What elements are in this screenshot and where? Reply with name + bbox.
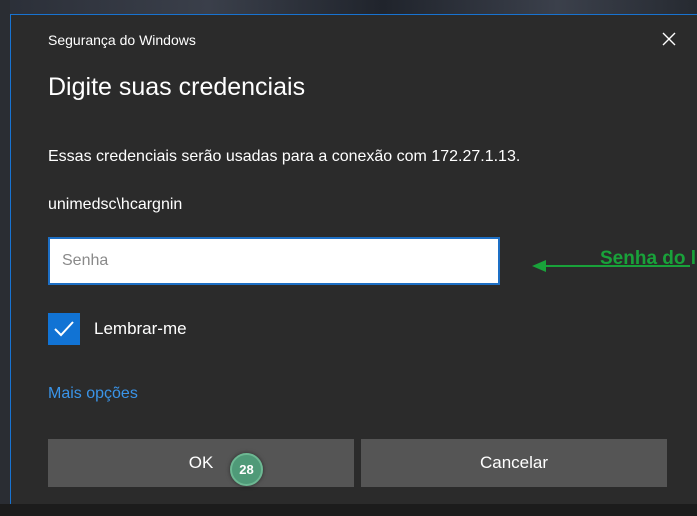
background-bottom-edge	[0, 504, 697, 516]
background-left-edge	[0, 0, 10, 516]
checkmark-icon	[54, 321, 74, 337]
step-number-badge: 28	[230, 453, 263, 486]
ok-button-label: OK	[188, 453, 214, 472]
cancel-button-label: Cancelar	[479, 453, 549, 472]
cancel-button[interactable]: Cancelar	[361, 439, 667, 487]
close-icon	[662, 32, 676, 46]
remember-me-option[interactable]: Lembrar-me	[48, 313, 187, 345]
close-button[interactable]	[651, 23, 687, 55]
annotation-arrow-icon	[532, 260, 690, 272]
connection-description: Essas credenciais serão usadas para a co…	[48, 148, 521, 165]
password-input[interactable]	[48, 237, 500, 285]
username-label: unimedsc\hcargnin	[48, 196, 183, 213]
dialog-heading: Digite suas credenciais	[48, 73, 306, 101]
background-window-strip	[0, 0, 697, 14]
dialog-title: Segurança do Windows	[48, 32, 196, 48]
remember-me-label: Lembrar-me	[94, 319, 187, 338]
remember-me-checkbox[interactable]	[48, 313, 80, 345]
ok-button[interactable]: OK	[48, 439, 354, 487]
more-options-link[interactable]: Mais opções	[48, 385, 138, 403]
